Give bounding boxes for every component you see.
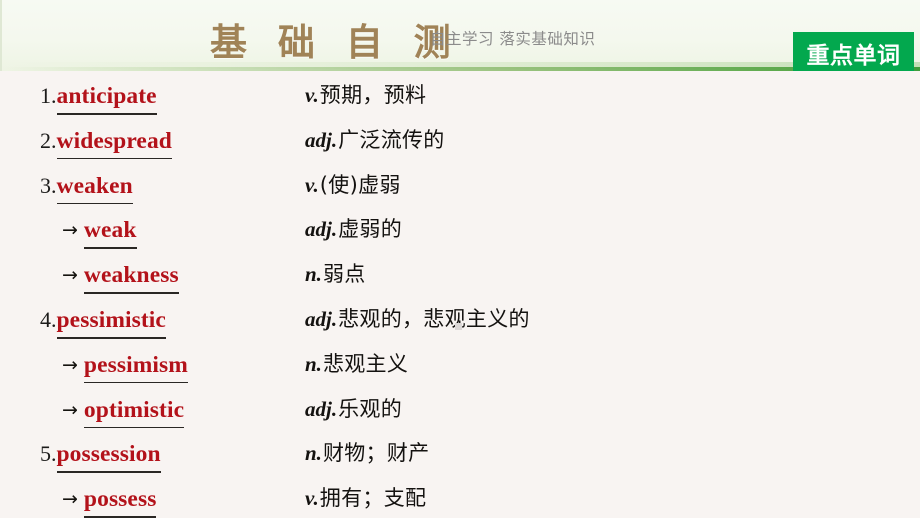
definition-entry: adj. 悲观的，悲观主义的 (305, 309, 530, 354)
vocabulary-row: 5. possession n. 财物；财产 (0, 443, 920, 488)
word-entry: 5. possession (40, 443, 161, 488)
word-blank: possession (56, 441, 161, 473)
part-of-speech: v. (305, 83, 319, 107)
definition-text: 预期，预料 (319, 83, 427, 107)
definition-text: (使)虚弱 (319, 172, 401, 197)
definition-entry: adj. 乐观的 (305, 396, 402, 444)
word-entry: → pessimism (62, 351, 189, 399)
part-of-speech: n. (305, 262, 322, 287)
vocabulary-word: widespread (56, 127, 172, 154)
vocabulary-row: → optimistic adj. 乐观的 (0, 396, 920, 444)
entry-number: 3. (40, 172, 57, 198)
vocabulary-row: 2. widespread adj. 广泛流传的 (0, 127, 920, 175)
vocabulary-row: 4. pessimistic adj. 悲观的，悲观主义的 (0, 307, 920, 354)
derivation-arrow-icon: → (62, 353, 78, 376)
part-of-speech: n. (305, 441, 322, 466)
vocabulary-word: weakness (83, 262, 179, 289)
word-blank: pessimistic (56, 307, 167, 339)
derivation-arrow-icon: → (62, 264, 78, 287)
definition-text: 悲观的，悲观主义的 (338, 307, 530, 331)
definition-text: 拥有；支配 (319, 486, 427, 511)
page-header: 基 础 自 测 自主学习 落实基础知识 重点单词 (0, 0, 920, 80)
definition-entry: n. 财物；财产 (305, 443, 429, 488)
vocabulary-row: 3. weaken v. (使)虚弱 (0, 172, 920, 220)
vocabulary-word: possession (56, 441, 161, 468)
word-entry: 3. weaken (40, 172, 134, 220)
definition-text: 悲观主义 (322, 351, 409, 376)
definition-entry: v. 预期，预料 (305, 85, 426, 130)
vocabulary-row: → weak adj. 虚弱的 (0, 219, 920, 264)
definition-entry: v. (使)虚弱 (305, 172, 401, 220)
page-title: 基 础 自 测 (210, 21, 460, 64)
word-entry: → possess (62, 488, 156, 518)
vocabulary-word: pessimism (83, 351, 188, 378)
word-blank: weak (83, 217, 137, 249)
word-entry: 2. widespread (40, 127, 173, 175)
part-of-speech: adj. (305, 127, 338, 152)
definition-text: 乐观的 (338, 396, 402, 421)
vocabulary-row: → weakness n. 弱点 (0, 264, 920, 309)
definition-entry: n. 悲观主义 (305, 351, 409, 399)
vocabulary-word: optimistic (83, 396, 185, 423)
derivation-arrow-icon: → (62, 488, 78, 511)
vocabulary-word: anticipate (56, 83, 157, 109)
screen-artifact-dot (455, 323, 462, 330)
part-of-speech: v. (305, 172, 319, 197)
definition-entry: n. 弱点 (305, 264, 366, 309)
word-entry: 4. pessimistic (40, 307, 167, 354)
part-of-speech: n. (305, 351, 322, 376)
word-blank: weakness (83, 262, 179, 294)
word-blank: weaken (56, 172, 134, 205)
page-subtitle: 自主学习 落实基础知识 (430, 30, 596, 48)
vocabulary-list: 1. anticipate v. 预期，预料 2. widespread adj. 广泛流传的… (0, 71, 920, 518)
vocabulary-word: pessimistic (56, 307, 166, 333)
word-blank: possess (83, 486, 157, 518)
vocabulary-row: → possess v. 拥有；支配 (0, 488, 920, 518)
vocabulary-row: 1. anticipate v. 预期，预料 (0, 83, 920, 130)
part-of-speech: adj. (305, 217, 338, 242)
derivation-arrow-icon: → (62, 219, 78, 242)
entry-number: 4. (40, 307, 57, 332)
entry-number: 1. (40, 83, 57, 108)
word-blank: anticipate (56, 83, 157, 115)
part-of-speech: adj. (305, 396, 338, 421)
word-blank: widespread (56, 127, 173, 160)
vocabulary-word: weaken (56, 172, 133, 199)
derivation-arrow-icon: → (62, 398, 78, 421)
entry-number: 5. (40, 441, 57, 467)
word-entry: 1. anticipate (40, 83, 157, 130)
definition-text: 虚弱的 (338, 217, 402, 242)
definition-text: 弱点 (322, 262, 366, 287)
definition-text: 广泛流传的 (338, 127, 445, 152)
vocabulary-word: possess (83, 486, 157, 513)
definition-entry: adj. 虚弱的 (305, 219, 402, 264)
part-of-speech: adj. (305, 307, 338, 331)
word-blank: optimistic (83, 396, 185, 429)
entry-number: 2. (40, 127, 57, 153)
section-badge-label: 重点单词 (806, 42, 901, 69)
definition-text: 财物；财产 (322, 441, 430, 466)
word-entry: → weak (62, 219, 137, 264)
definition-entry: adj. 广泛流传的 (305, 127, 445, 175)
part-of-speech: v. (305, 486, 319, 511)
word-entry: → optimistic (62, 396, 185, 444)
vocabulary-word: weak (83, 217, 137, 244)
word-entry: → weakness (62, 264, 179, 309)
vocabulary-row: → pessimism n. 悲观主义 (0, 351, 920, 399)
definition-entry: v. 拥有；支配 (305, 488, 426, 518)
word-blank: pessimism (83, 351, 189, 384)
